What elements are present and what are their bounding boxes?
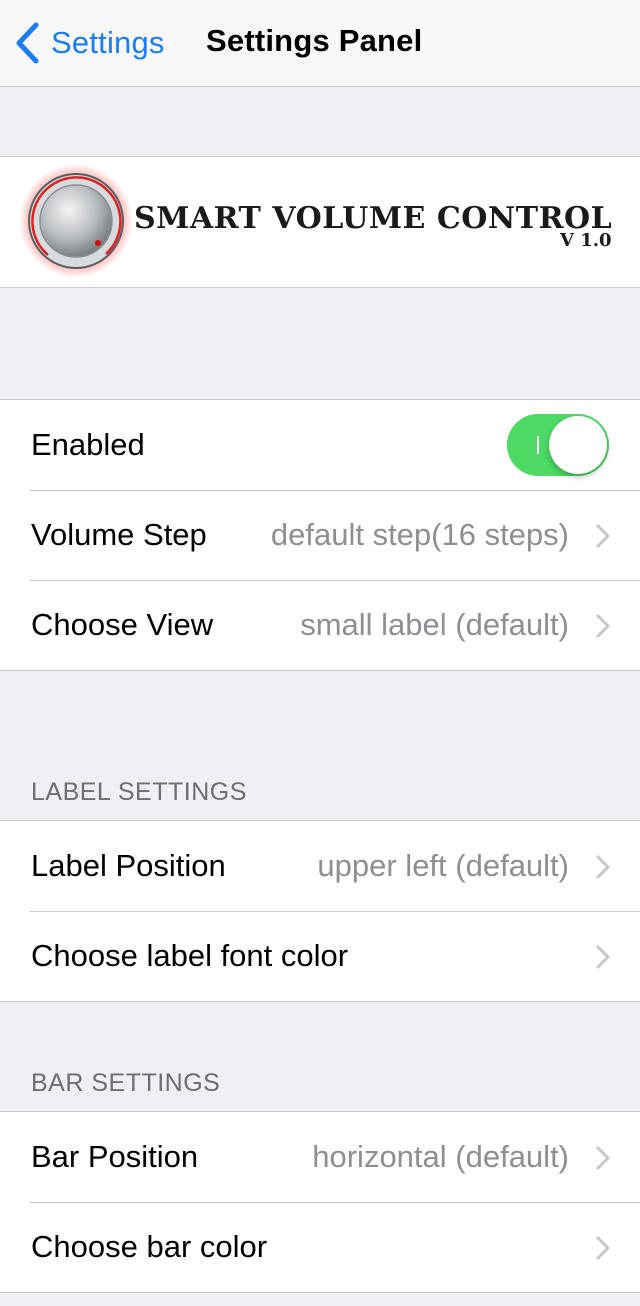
main-settings-group: Enabled Volume Step default step(16 step… bbox=[0, 399, 640, 671]
navigation-bar: Settings Settings Panel bbox=[0, 0, 640, 87]
chevron-right-icon bbox=[596, 524, 610, 548]
chevron-right-icon bbox=[596, 1236, 610, 1260]
bar-color-label: Choose bar color bbox=[31, 1229, 268, 1264]
label-settings-group: Label Position upper left (default) Choo… bbox=[0, 820, 640, 1002]
choose-view-label: Choose View bbox=[31, 607, 214, 642]
chevron-left-icon bbox=[16, 22, 39, 64]
bar-settings-header: BAR SETTINGS bbox=[31, 1069, 221, 1097]
bar-position-value: horizontal (default) bbox=[312, 1139, 569, 1174]
enabled-label: Enabled bbox=[31, 427, 145, 462]
choose-view-row[interactable]: Choose View small label (default) bbox=[0, 580, 640, 670]
bar-settings-group: Bar Position horizontal (default) Choose… bbox=[0, 1111, 640, 1293]
label-font-color-row[interactable]: Choose label font color bbox=[0, 911, 640, 1001]
toggle-knob bbox=[549, 416, 607, 474]
label-settings-header: LABEL SETTINGS bbox=[31, 778, 247, 806]
label-position-value: upper left (default) bbox=[317, 848, 569, 883]
enabled-row: Enabled bbox=[0, 400, 640, 490]
bar-position-label: Bar Position bbox=[31, 1139, 199, 1174]
bar-position-row[interactable]: Bar Position horizontal (default) bbox=[0, 1112, 640, 1202]
chevron-right-icon bbox=[596, 1146, 610, 1170]
banner-title: SMART VOLUME CONTROL bbox=[134, 201, 613, 236]
chevron-right-icon bbox=[596, 945, 610, 969]
page-title: Settings Panel bbox=[206, 23, 423, 58]
toggle-on-mark bbox=[537, 436, 539, 454]
label-position-label: Label Position bbox=[31, 848, 226, 883]
bar-color-row[interactable]: Choose bar color bbox=[0, 1202, 640, 1292]
label-position-row[interactable]: Label Position upper left (default) bbox=[0, 821, 640, 911]
back-label: Settings bbox=[51, 25, 165, 60]
banner-version: V 1.0 bbox=[560, 230, 612, 251]
choose-view-value: small label (default) bbox=[300, 607, 569, 642]
volume-step-value: default step(16 steps) bbox=[270, 517, 569, 552]
volume-step-label: Volume Step bbox=[31, 517, 207, 552]
label-font-color-label: Choose label font color bbox=[31, 938, 349, 973]
volume-knob-icon bbox=[19, 164, 133, 278]
banner: SMART VOLUME CONTROL bbox=[0, 156, 640, 288]
back-button[interactable]: Settings bbox=[14, 20, 165, 66]
chevron-right-icon bbox=[596, 614, 610, 638]
chevron-right-icon bbox=[596, 855, 610, 879]
volume-step-row[interactable]: Volume Step default step(16 steps) bbox=[0, 490, 640, 580]
enabled-toggle[interactable] bbox=[507, 414, 609, 476]
